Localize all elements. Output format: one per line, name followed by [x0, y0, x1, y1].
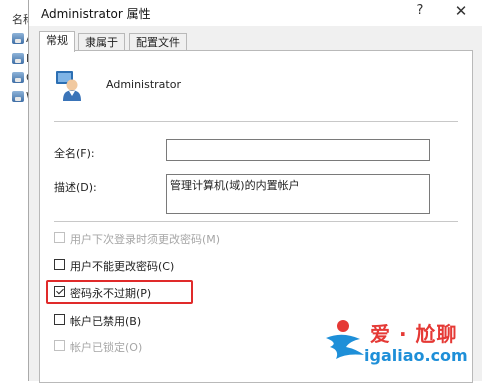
checkbox-label: 用户不能更改密码(C): [70, 260, 175, 273]
watermark-url-text: igaliao.com: [364, 346, 468, 365]
full-name-input[interactable]: [166, 139, 430, 161]
title-bar[interactable]: Administrator 属性 ? ✕: [29, 0, 482, 26]
close-button[interactable]: ✕: [439, 0, 482, 24]
user-account-icon: [12, 33, 24, 44]
tab-member-of[interactable]: 隶属于: [78, 33, 125, 51]
description-label: 描述(D):: [54, 181, 97, 194]
tab-profile[interactable]: 配置文件: [129, 33, 187, 51]
checkbox: [54, 340, 65, 351]
dialog-title: Administrator 属性: [41, 7, 151, 21]
description-input[interactable]: 管理计算机(域)的内置帐户: [166, 174, 430, 214]
divider: [54, 121, 458, 122]
checkbox[interactable]: [54, 314, 65, 325]
full-name-label: 全名(F):: [54, 147, 95, 160]
watermark-logo-icon: [326, 320, 364, 359]
checkbox-label: 帐户已禁用(B): [70, 315, 142, 328]
checkbox-label: 用户下次登录时须更改密码(M): [70, 233, 221, 246]
user-account-icon: [12, 72, 24, 83]
checkbox-label: 帐户已锁定(O): [70, 341, 143, 354]
watermark-chinese-text: 爱 · 尬聊: [370, 322, 458, 346]
user-icon: [56, 71, 81, 101]
checkbox[interactable]: [54, 259, 65, 270]
tab-general[interactable]: 常规: [39, 31, 75, 52]
watermark: 爱 · 尬聊 igaliao.com: [322, 316, 472, 372]
user-account-icon: [12, 91, 24, 102]
user-account-icon: [12, 53, 24, 64]
checkbox: [54, 232, 65, 243]
user-name-label: Administrator: [106, 78, 181, 91]
divider: [54, 221, 458, 222]
help-button[interactable]: ?: [405, 0, 435, 24]
highlight-box: [46, 280, 193, 304]
